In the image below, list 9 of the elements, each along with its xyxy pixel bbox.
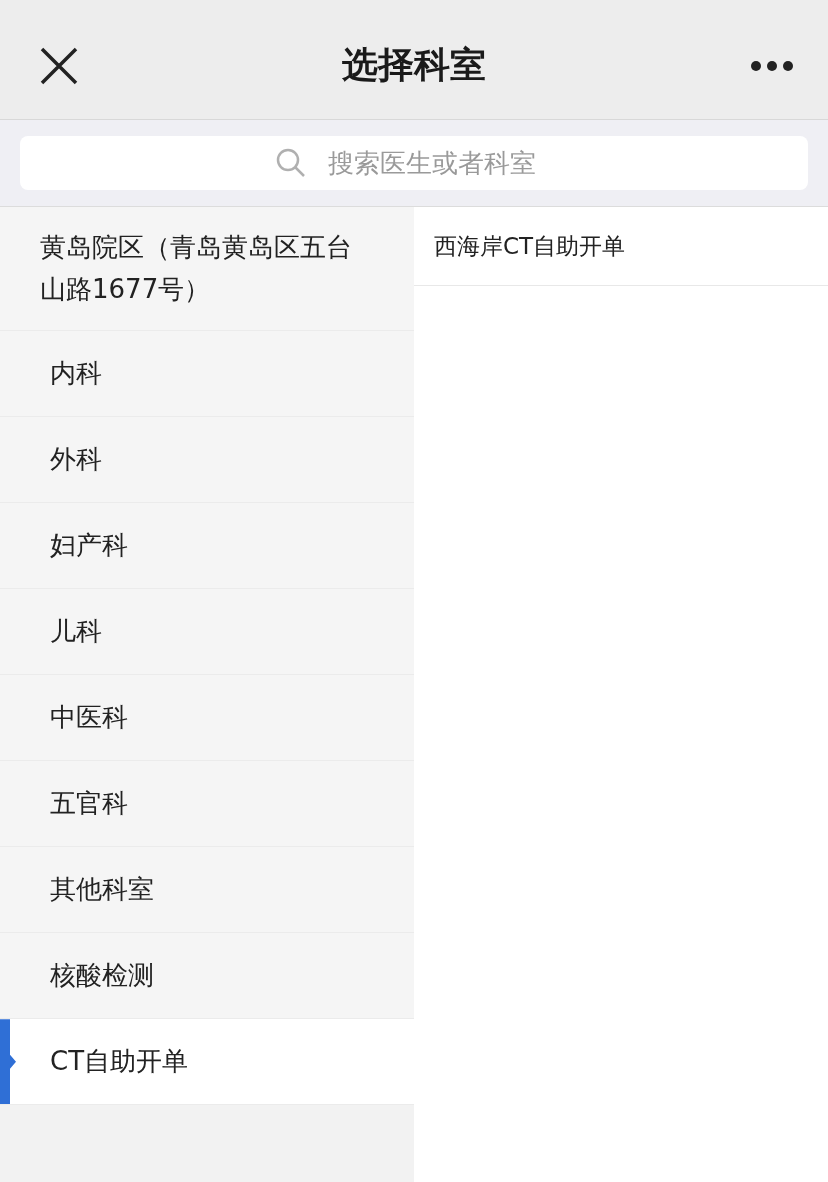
more-button[interactable]: [750, 59, 794, 72]
sub-department-item[interactable]: 西海岸CT自助开单: [414, 207, 828, 286]
department-item[interactable]: CT自助开单: [0, 1019, 414, 1106]
page-title: 选择科室: [342, 43, 486, 87]
search-icon: [276, 148, 306, 178]
more-icon: [750, 59, 794, 72]
search-field[interactable]: 搜索医生或者科室: [20, 136, 808, 190]
close-icon: [40, 46, 78, 85]
close-button[interactable]: [40, 46, 78, 85]
